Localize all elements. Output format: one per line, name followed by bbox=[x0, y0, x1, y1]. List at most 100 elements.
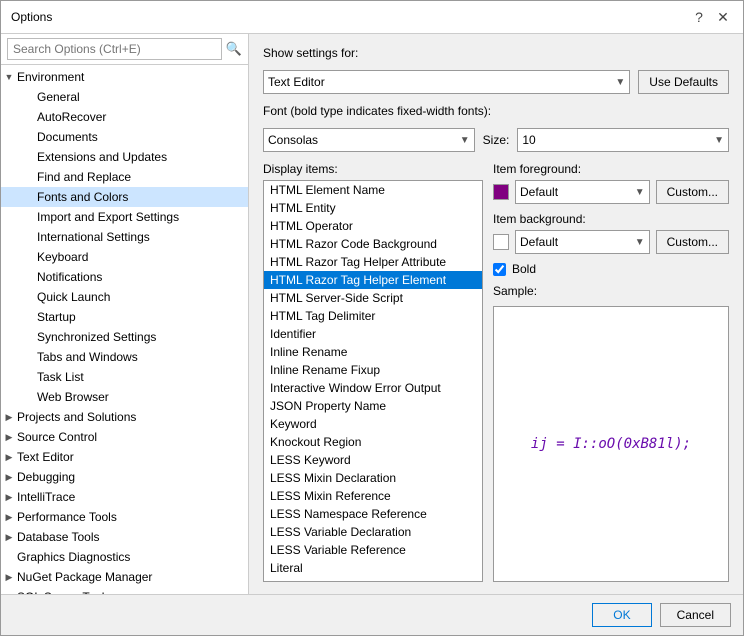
list-item[interactable]: Identifier bbox=[264, 325, 482, 343]
tree-label-debugging: Debugging bbox=[17, 470, 75, 484]
bold-checkbox[interactable] bbox=[493, 263, 506, 276]
font-label: Font (bold type indicates fixed-width fo… bbox=[263, 104, 491, 118]
list-item[interactable]: Knockout Region bbox=[264, 433, 482, 451]
tree-item-nuget[interactable]: ▶NuGet Package Manager bbox=[1, 567, 248, 587]
ok-button[interactable]: OK bbox=[592, 603, 651, 627]
background-dropdown[interactable]: Default ▼ bbox=[515, 230, 650, 254]
background-value: Default bbox=[520, 235, 631, 249]
tree-item-sync-settings[interactable]: Synchronized Settings bbox=[1, 327, 248, 347]
tree-label-keyboard: Keyboard bbox=[37, 250, 88, 264]
tree-label-international: International Settings bbox=[37, 230, 150, 244]
foreground-custom-button[interactable]: Custom... bbox=[656, 180, 729, 204]
tree-item-extensions[interactable]: Extensions and Updates bbox=[1, 147, 248, 167]
font-arrow-icon: ▼ bbox=[460, 135, 470, 146]
tree-item-startup[interactable]: Startup bbox=[1, 307, 248, 327]
list-item[interactable]: LESS Namespace Reference bbox=[264, 505, 482, 523]
display-items-label: Display items: bbox=[263, 162, 483, 176]
tree-label-intellitrace: IntelliTrace bbox=[17, 490, 75, 504]
size-arrow-icon: ▼ bbox=[714, 135, 724, 146]
tree-item-environment[interactable]: ▼Environment bbox=[1, 67, 248, 87]
tree-expand-sync-settings bbox=[21, 329, 37, 345]
tree-item-intellitrace[interactable]: ▶IntelliTrace bbox=[1, 487, 248, 507]
tree-item-debugging[interactable]: ▶Debugging bbox=[1, 467, 248, 487]
tree-item-general[interactable]: General bbox=[1, 87, 248, 107]
tree-expand-fonts-colors bbox=[21, 189, 37, 205]
tree-item-web-browser[interactable]: Web Browser bbox=[1, 387, 248, 407]
use-defaults-button[interactable]: Use Defaults bbox=[638, 70, 729, 94]
foreground-dropdown[interactable]: Default ▼ bbox=[515, 180, 650, 204]
list-item[interactable]: HTML Element Name bbox=[264, 181, 482, 199]
tree-item-database-tools[interactable]: ▶Database Tools bbox=[1, 527, 248, 547]
tree-expand-graphics-diagnostics bbox=[1, 549, 17, 565]
tree-label-startup: Startup bbox=[37, 310, 76, 324]
tree-item-import-export[interactable]: Import and Export Settings bbox=[1, 207, 248, 227]
tree-expand-notifications bbox=[21, 269, 37, 285]
size-dropdown[interactable]: 10 ▼ bbox=[517, 128, 729, 152]
list-item[interactable]: LESS Keyword bbox=[264, 451, 482, 469]
list-item[interactable]: LESS Mixin Declaration bbox=[264, 469, 482, 487]
tree-item-graphics-diagnostics[interactable]: Graphics Diagnostics bbox=[1, 547, 248, 567]
tree-container: ▼Environment General AutoRecover Documen… bbox=[1, 65, 248, 594]
list-item[interactable]: Interactive Window Error Output bbox=[264, 379, 482, 397]
tree-item-sql-server[interactable]: ▶SQL Server Tools bbox=[1, 587, 248, 594]
list-item[interactable]: HTML Razor Tag Helper Element bbox=[264, 271, 482, 289]
tree-item-task-list[interactable]: Task List bbox=[1, 367, 248, 387]
tree-expand-task-list bbox=[21, 369, 37, 385]
tree-item-performance-tools[interactable]: ▶Performance Tools bbox=[1, 507, 248, 527]
tree-label-environment: Environment bbox=[17, 70, 84, 84]
tree-expand-quick-launch bbox=[21, 289, 37, 305]
list-item[interactable]: HTML Razor Tag Helper Attribute bbox=[264, 253, 482, 271]
sample-box: ij = I::oO(0xB81l); bbox=[493, 306, 729, 582]
tree-item-documents[interactable]: Documents bbox=[1, 127, 248, 147]
font-dropdown[interactable]: Consolas ▼ bbox=[263, 128, 475, 152]
size-value: 10 bbox=[522, 133, 710, 147]
tree-expand-text-editor: ▶ bbox=[1, 449, 17, 465]
tree-expand-extensions bbox=[21, 149, 37, 165]
tree-expand-tabs-windows bbox=[21, 349, 37, 365]
foreground-swatch bbox=[493, 184, 509, 200]
display-items-list: HTML Element NameHTML EntityHTML Operato… bbox=[263, 180, 483, 582]
tree-item-quick-launch[interactable]: Quick Launch bbox=[1, 287, 248, 307]
list-item[interactable]: Inline Rename bbox=[264, 343, 482, 361]
list-item[interactable]: LESS Variable Declaration bbox=[264, 523, 482, 541]
tree-item-international[interactable]: International Settings bbox=[1, 227, 248, 247]
list-item[interactable]: LESS Mixin Reference bbox=[264, 487, 482, 505]
cancel-button[interactable]: Cancel bbox=[660, 603, 731, 627]
list-item[interactable]: Literal bbox=[264, 559, 482, 577]
search-icon[interactable]: 🔍 bbox=[226, 41, 242, 57]
list-item[interactable]: JSON Property Name bbox=[264, 397, 482, 415]
tree-item-find-replace[interactable]: Find and Replace bbox=[1, 167, 248, 187]
tree-label-notifications: Notifications bbox=[37, 270, 102, 284]
list-item[interactable]: HTML Server-Side Script bbox=[264, 289, 482, 307]
tree-label-sync-settings: Synchronized Settings bbox=[37, 330, 156, 344]
background-swatch bbox=[493, 234, 509, 250]
tree-item-fonts-colors[interactable]: Fonts and Colors bbox=[1, 187, 248, 207]
search-input[interactable] bbox=[7, 38, 222, 60]
tree-item-projects-solutions[interactable]: ▶Projects and Solutions bbox=[1, 407, 248, 427]
list-item[interactable]: Keyword bbox=[264, 415, 482, 433]
tree-label-tabs-windows: Tabs and Windows bbox=[37, 350, 138, 364]
list-item[interactable]: LESS Variable Reference bbox=[264, 541, 482, 559]
list-item[interactable]: HTML Entity bbox=[264, 199, 482, 217]
background-custom-button[interactable]: Custom... bbox=[656, 230, 729, 254]
help-button[interactable]: ? bbox=[689, 7, 709, 27]
foreground-row: Default ▼ Custom... bbox=[493, 180, 729, 204]
tree-item-keyboard[interactable]: Keyboard bbox=[1, 247, 248, 267]
tree-item-source-control[interactable]: ▶Source Control bbox=[1, 427, 248, 447]
tree-label-text-editor: Text Editor bbox=[17, 450, 74, 464]
tree-expand-import-export bbox=[21, 209, 37, 225]
close-button[interactable]: ✕ bbox=[713, 7, 733, 27]
options-dialog: Options ? ✕ 🔍 ▼Environment General AutoR… bbox=[0, 0, 744, 636]
list-item[interactable]: Inline Rename Fixup bbox=[264, 361, 482, 379]
show-settings-dropdown[interactable]: Text Editor ▼ bbox=[263, 70, 630, 94]
tree-item-autorecover[interactable]: AutoRecover bbox=[1, 107, 248, 127]
tree-item-text-editor[interactable]: ▶Text Editor bbox=[1, 447, 248, 467]
list-item[interactable]: HTML Razor Code Background bbox=[264, 235, 482, 253]
tree-expand-international bbox=[21, 229, 37, 245]
tree-item-tabs-windows[interactable]: Tabs and Windows bbox=[1, 347, 248, 367]
tree-item-notifications[interactable]: Notifications bbox=[1, 267, 248, 287]
foreground-section: Item foreground: Default ▼ Custom... bbox=[493, 162, 729, 204]
list-item[interactable]: HTML Operator bbox=[264, 217, 482, 235]
list-item[interactable]: MarkerFormatDefinition/VerticalHigh bbox=[264, 577, 482, 582]
list-item[interactable]: HTML Tag Delimiter bbox=[264, 307, 482, 325]
